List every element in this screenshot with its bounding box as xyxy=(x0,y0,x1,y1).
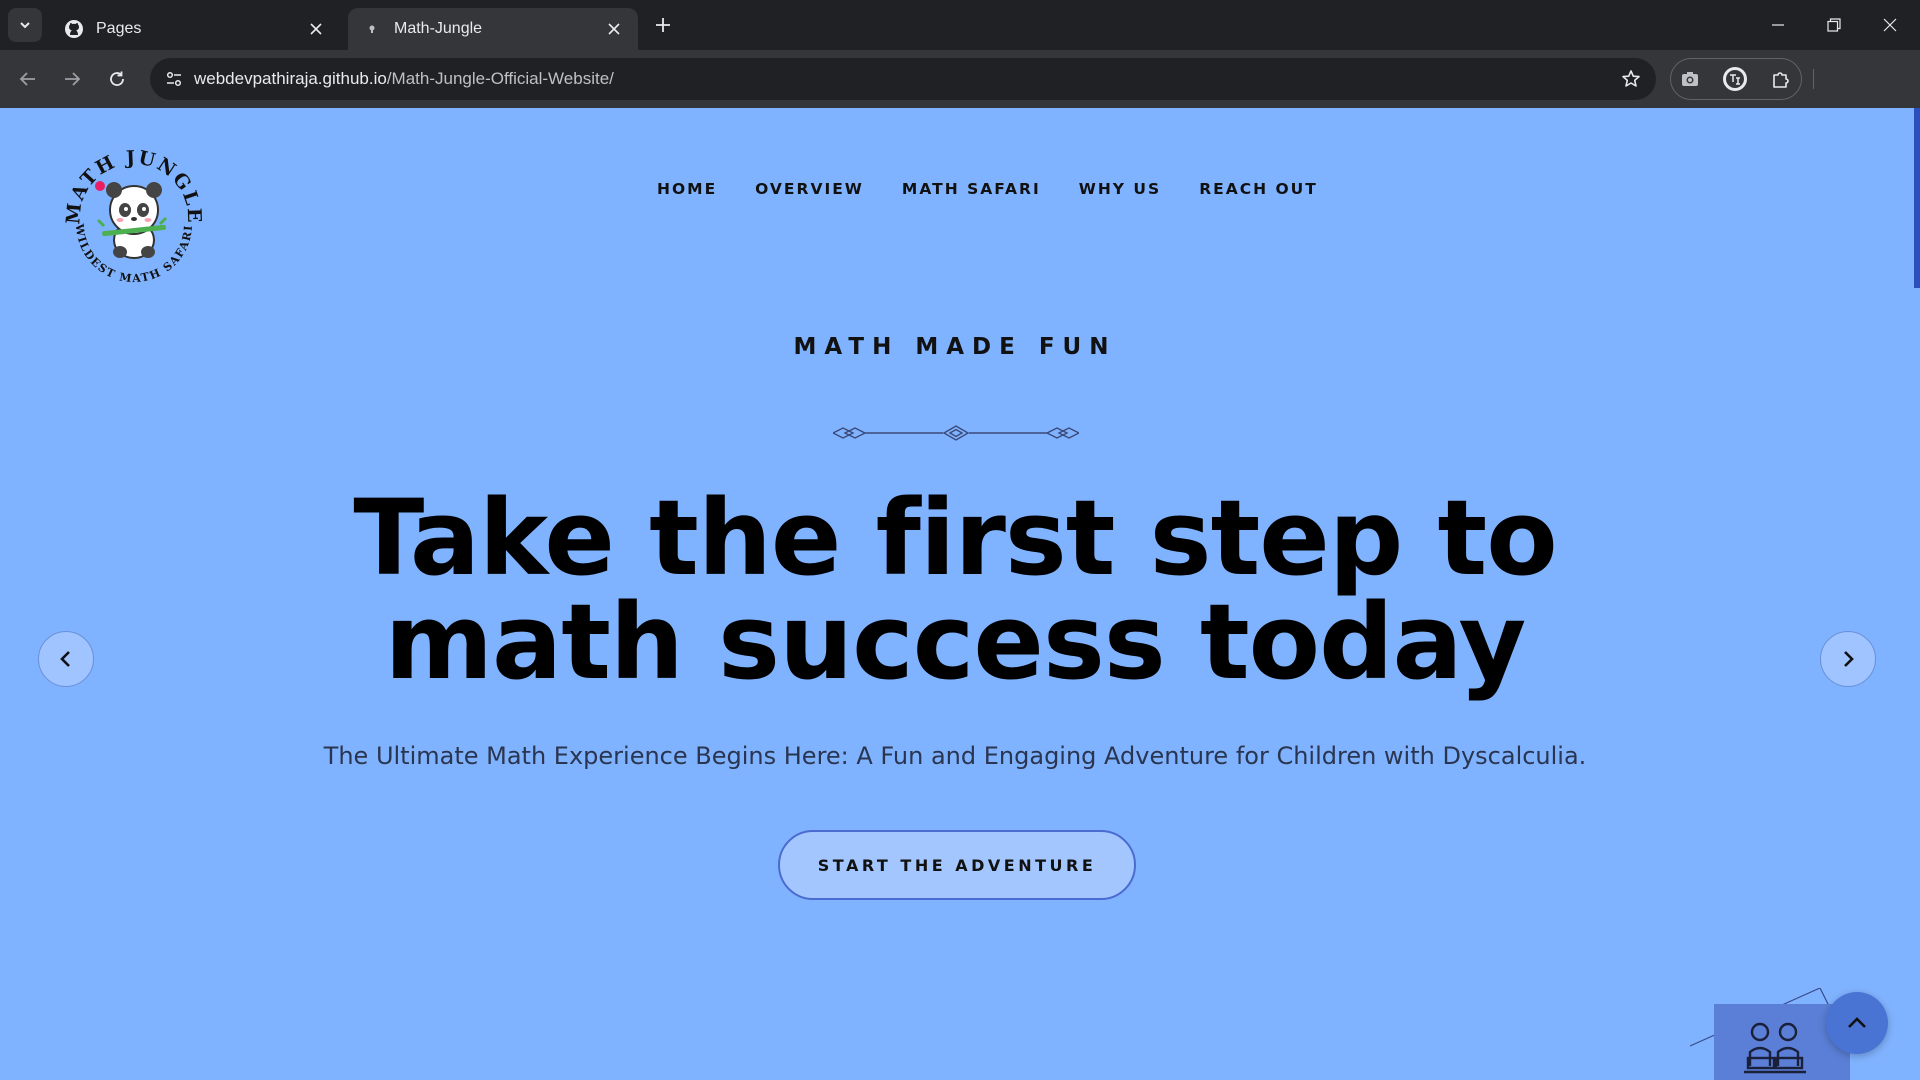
restore-icon xyxy=(1827,18,1841,32)
extensions-menu-button[interactable] xyxy=(1764,62,1798,96)
start-adventure-button[interactable]: START THE ADVENTURE xyxy=(778,830,1136,900)
nav-why-us[interactable]: WHY US xyxy=(1079,180,1161,198)
chevron-right-icon xyxy=(1844,651,1854,667)
plus-icon xyxy=(656,18,670,32)
minimize-icon xyxy=(1772,24,1784,26)
slider-next-button[interactable] xyxy=(1820,631,1876,687)
site-favicon-icon xyxy=(362,19,382,39)
tab-math-jungle[interactable]: Math-Jungle xyxy=(348,8,638,50)
hero-headline-line-1: Take the first step to xyxy=(353,477,1557,599)
scrollbar-thumb[interactable] xyxy=(1914,108,1920,288)
url-text: webdevpathiraja.github.io/Math-Jungle-Of… xyxy=(194,69,614,89)
chevron-down-icon xyxy=(20,22,30,29)
chevron-left-icon xyxy=(60,651,70,667)
address-bar[interactable]: webdevpathiraja.github.io/Math-Jungle-Of… xyxy=(150,58,1656,100)
puzzle-icon xyxy=(1773,72,1789,88)
tab-title: Math-Jungle xyxy=(394,20,483,37)
close-icon xyxy=(1883,18,1897,32)
chevron-up-icon xyxy=(1848,1017,1866,1028)
nav-math-safari[interactable]: MATH SAFARI xyxy=(902,180,1041,198)
github-icon xyxy=(64,19,84,39)
screenshot-extension-button[interactable] xyxy=(1673,62,1707,96)
hero-headline: Take the first step to math success toda… xyxy=(0,486,1910,694)
close-window-button[interactable] xyxy=(1862,0,1918,50)
back-button[interactable] xyxy=(12,63,44,95)
tab-close-icon[interactable] xyxy=(604,19,624,39)
scroll-to-top-button[interactable] xyxy=(1826,992,1888,1054)
reload-button[interactable] xyxy=(101,63,133,95)
url-path: /Math-Jungle-Official-Website/ xyxy=(386,69,614,88)
ornament-divider xyxy=(833,425,1079,441)
translate-icon xyxy=(1723,67,1747,91)
hero-eyebrow: MATH MADE FUN xyxy=(793,334,1117,360)
site-info-icon[interactable] xyxy=(154,58,194,100)
tab-close-icon[interactable] xyxy=(306,19,326,39)
browser-tabstrip: Pages Math-Jungle xyxy=(0,0,1920,50)
students-illustration-icon xyxy=(1690,988,1850,1080)
site-logo[interactable]: MATH JUNGLE WILDEST MATH SAFARI xyxy=(60,144,208,292)
translate-extension-button[interactable] xyxy=(1718,62,1752,96)
minimize-button[interactable] xyxy=(1750,0,1806,50)
slider-prev-button[interactable] xyxy=(38,631,94,687)
tab-search-button[interactable] xyxy=(8,8,42,42)
toolbar-separator xyxy=(1813,69,1814,89)
new-tab-button[interactable] xyxy=(650,12,676,38)
camera-icon xyxy=(1682,72,1698,86)
nav-reach-out[interactable]: REACH OUT xyxy=(1199,180,1318,198)
browser-toolbar: webdevpathiraja.github.io/Math-Jungle-Of… xyxy=(0,50,1920,140)
nav-home[interactable]: HOME xyxy=(657,180,717,198)
nav-overview[interactable]: OVERVIEW xyxy=(755,180,864,198)
panda-mascot-icon xyxy=(95,181,168,259)
reload-icon xyxy=(110,71,124,86)
tab-title: Pages xyxy=(96,20,142,37)
tab-pages[interactable]: Pages xyxy=(50,8,340,50)
hero-headline-line-2: math success today xyxy=(384,581,1527,703)
forward-button[interactable] xyxy=(56,63,88,95)
main-nav: HOME OVERVIEW MATH SAFARI WHY US REACH O… xyxy=(657,180,1356,198)
restore-button[interactable] xyxy=(1806,0,1862,50)
bookmark-star-icon[interactable] xyxy=(1620,68,1642,90)
arrow-left-icon xyxy=(19,72,35,86)
hero-subtitle: The Ultimate Math Experience Begins Here… xyxy=(323,742,1587,770)
url-host: webdevpathiraja.github.io xyxy=(194,69,387,88)
arrow-right-icon xyxy=(65,72,81,86)
page-viewport: MATH JUNGLE WILDEST MATH SAFARI HOME OVE… xyxy=(0,108,1920,1080)
page-scrollbar[interactable] xyxy=(1914,108,1920,1080)
